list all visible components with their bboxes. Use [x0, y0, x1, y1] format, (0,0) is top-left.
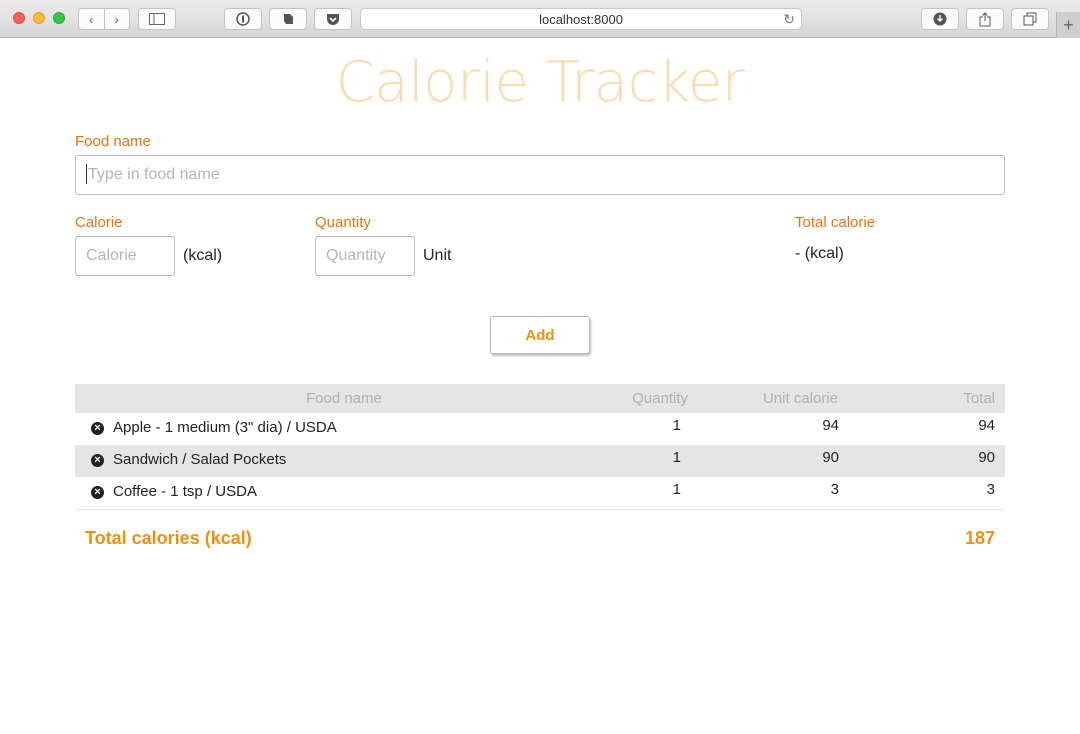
unit-calorie-cell: 90: [822, 449, 839, 466]
add-button[interactable]: Add: [490, 316, 590, 354]
total-cell: 90: [978, 449, 995, 466]
unit-calorie-cell: 94: [822, 417, 839, 434]
table-row: × Coffee - 1 tsp / USDA 1 3 3: [75, 477, 1005, 509]
quantity-label: Quantity: [315, 214, 371, 231]
sidebar-icon: [149, 13, 165, 25]
calorie-unit: (kcal): [183, 247, 223, 264]
share-button[interactable]: [966, 8, 1004, 30]
food-name-cell: Sandwich / Salad Pockets: [113, 451, 287, 468]
password-icon: [236, 12, 250, 26]
password-manager-button[interactable]: [224, 8, 262, 30]
browser-toolbar: ‹ › localhost:8000 ↻: [0, 0, 1080, 38]
header-quantity: Quantity: [632, 390, 688, 407]
page-title: Calorie Tracker: [335, 50, 745, 115]
pocket-button[interactable]: [314, 8, 352, 30]
food-name-cell: Coffee - 1 tsp / USDA: [113, 483, 257, 500]
header-unit-calorie: Unit calorie: [762, 390, 838, 407]
table-row: × Sandwich / Salad Pockets 1 90 90: [75, 445, 1005, 477]
calorie-label: Calorie: [75, 214, 123, 231]
total-calories-value: 187: [964, 528, 995, 548]
tabs-overview-button[interactable]: [1011, 8, 1049, 30]
total-calories-row: Total calories (kcal) 187: [75, 524, 1005, 552]
quantity-cell: 1: [672, 481, 681, 498]
unit-calorie-cell: 3: [830, 481, 839, 498]
page-content: Calorie Tracker Food name Calorie (kcal)…: [0, 38, 1080, 734]
sidebar-toggle-button[interactable]: [138, 8, 176, 30]
download-icon: [933, 12, 947, 26]
downloads-button[interactable]: [921, 8, 959, 30]
plus-icon: +: [1063, 14, 1074, 35]
new-tab-button[interactable]: +: [1056, 12, 1080, 38]
food-name-label: Food name: [75, 133, 151, 150]
pocket-icon: [327, 13, 339, 25]
total-cell: 3: [986, 481, 995, 498]
minimize-window-button[interactable]: [33, 12, 45, 24]
total-cell: 94: [978, 417, 995, 434]
reload-icon[interactable]: ↻: [783, 11, 795, 28]
quantity-cell: 1: [672, 417, 681, 434]
quantity-input[interactable]: [315, 236, 415, 276]
food-name-input[interactable]: [75, 155, 1005, 195]
url-text: localhost:8000: [539, 11, 623, 27]
table-header: Food name Quantity Unit calorie Total: [75, 384, 1005, 413]
remove-icon[interactable]: ×: [91, 486, 104, 499]
share-icon: [979, 11, 991, 26]
total-calorie-label: Total calorie: [795, 214, 876, 231]
food-table: Food name Quantity Unit calorie Total × …: [75, 384, 1005, 510]
quantity-unit: Unit: [423, 247, 452, 264]
back-icon[interactable]: ‹: [79, 9, 105, 29]
address-bar[interactable]: localhost:8000 ↻: [360, 8, 802, 30]
evernote-button[interactable]: [269, 8, 307, 30]
quantity-cell: 1: [672, 449, 681, 466]
close-window-button[interactable]: [13, 12, 25, 24]
total-calorie-value: - (kcal): [795, 245, 844, 262]
table-divider: [75, 509, 1005, 510]
elephant-icon: [284, 14, 293, 24]
remove-icon[interactable]: ×: [91, 454, 104, 467]
calorie-input[interactable]: [75, 236, 175, 276]
header-food-name: Food name: [306, 390, 382, 407]
food-name-cell: Apple - 1 medium (3" dia) / USDA: [113, 419, 337, 436]
table-row: × Apple - 1 medium (3" dia) / USDA 1 94 …: [75, 413, 1005, 445]
navigation-buttons: ‹ ›: [78, 8, 130, 30]
total-calories-label: Total calories (kcal): [85, 528, 252, 548]
header-total: Total: [963, 390, 995, 407]
forward-icon[interactable]: ›: [105, 9, 130, 29]
remove-icon[interactable]: ×: [91, 422, 104, 435]
zoom-window-button[interactable]: [53, 12, 65, 24]
tabs-icon: [1023, 12, 1037, 26]
text-cursor: [86, 164, 87, 184]
